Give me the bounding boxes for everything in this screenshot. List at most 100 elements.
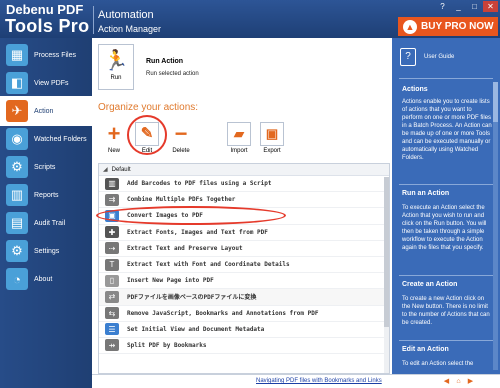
list-item-label: Insert New Page into PDF — [127, 277, 214, 285]
user-guide-header[interactable]: ? User Guide — [392, 38, 500, 78]
user-guide-panel: ? User Guide Actions Actions enable you t… — [392, 38, 500, 374]
previous-tip-icon[interactable]: ◀ — [442, 377, 451, 386]
text-layout-icon: ⇢ — [105, 242, 119, 255]
tip-link[interactable]: Navigating PDF files with Bookmarks and … — [256, 378, 382, 384]
list-scrollbar[interactable] — [384, 177, 389, 373]
list-item-label: Split PDF by Bookmarks — [127, 341, 207, 349]
text-font-icon: T — [105, 258, 119, 271]
new-button[interactable]: + New — [100, 121, 128, 155]
sidebar-item-watched-folders[interactable]: ◉ Watched Folders — [0, 124, 92, 154]
metadata-icon: ☰ — [105, 323, 119, 336]
watched-folders-icon: ◉ — [6, 128, 28, 150]
folder-icon: ▰ — [227, 122, 251, 146]
export-label: Export — [263, 148, 281, 154]
split-icon: ⇸ — [105, 339, 119, 352]
list-item[interactable]: ▥ Add Barcodes to PDF files using a Scrip… — [99, 176, 389, 193]
title-bar: Debenu PDF Tools Pro Automation Action M… — [0, 0, 500, 38]
sidebar-item-label: About — [34, 275, 53, 283]
home-icon[interactable]: ⌂ — [454, 377, 463, 386]
actions-list: ◢ Default ▥ Add Barcodes to PDF files usi… — [98, 163, 390, 374]
plus-icon: + — [107, 121, 121, 146]
import-button[interactable]: ▰ Import — [225, 122, 253, 154]
list-item[interactable]: ⇆ Remove JavaScript, Bookmarks and Annota… — [99, 306, 389, 322]
sidebar-item-process-files[interactable]: ▦ Process Files — [0, 40, 92, 70]
organize-heading: Organize your actions: — [98, 102, 199, 113]
buy-pro-button[interactable]: ▲ BUY PRO NOW — [398, 17, 498, 36]
export-button[interactable]: ▣ Export — [258, 122, 286, 154]
insert-page-icon: ▯ — [105, 274, 119, 287]
convert-image-pdf-icon: ⇄ — [105, 290, 119, 303]
floppy-disk-icon: ▣ — [260, 122, 284, 146]
list-item[interactable]: ☰ Set Initial View and Document Metadata — [99, 322, 389, 338]
sidebar-item-view-pdfs[interactable]: ◧ View PDFs — [0, 68, 92, 98]
sidebar-item-label: Scripts — [34, 163, 56, 171]
about-icon: ◔ — [6, 268, 28, 290]
close-button[interactable]: ✕ — [483, 1, 498, 12]
sidebar-item-label: Audit Trail — [34, 219, 66, 227]
help-button[interactable]: ? — [435, 1, 450, 12]
section-title: Automation — [98, 9, 154, 21]
action-runner-icon: ✈ — [6, 100, 28, 122]
title-divider — [93, 6, 94, 34]
run-button[interactable]: 🏃 Run — [98, 44, 134, 90]
sidebar-item-settings[interactable]: ⚙ Settings — [0, 236, 92, 266]
shopping-bag-icon: ▲ — [403, 19, 417, 34]
run-action-title: Run Action — [146, 58, 184, 65]
brand-name: Debenu PDF — [6, 2, 84, 17]
window-controls: ? _ □ ✕ — [435, 1, 498, 12]
guide-paragraph: Actions enable you to create lists of ac… — [402, 99, 492, 161]
list-item[interactable]: ⇄ PDFファイルを画像ベースのPDFファイルに変換 — [99, 289, 389, 306]
next-tip-icon[interactable]: ▶ — [466, 377, 475, 386]
sidebar-item-audit-trail[interactable]: ▤ Audit Trail — [0, 208, 92, 238]
list-item[interactable]: ✚ Extract Fonts, Images and Text from PDF — [99, 225, 389, 241]
guide-paragraph: To edit an Action select the — [402, 361, 474, 367]
guide-divider — [399, 184, 493, 185]
guide-scrollbar[interactable] — [493, 82, 498, 370]
audit-trail-icon: ▤ — [6, 212, 28, 234]
sidebar-item-action[interactable]: ✈ Action — [0, 96, 92, 126]
maximize-button[interactable]: □ — [467, 1, 482, 12]
minimize-button[interactable]: _ — [451, 1, 466, 12]
group-label: Default — [111, 166, 131, 173]
delete-button[interactable]: − Delete — [167, 121, 195, 155]
buy-pro-label: BUY PRO NOW — [421, 21, 494, 32]
list-item[interactable]: ▯ Insert New Page into PDF — [99, 273, 389, 290]
list-item-label: PDFファイルを画像ベースのPDFファイルに変換 — [127, 294, 257, 302]
status-bar: Navigating PDF files with Bookmarks and … — [92, 374, 500, 388]
guide-divider — [399, 78, 493, 79]
edit-highlight-annotation — [127, 115, 167, 155]
guide-heading: Run an Action — [402, 190, 450, 197]
list-item-label: Set Initial View and Document Metadata — [127, 325, 265, 333]
sidebar-item-reports[interactable]: ▥ Reports — [0, 180, 92, 210]
list-item[interactable]: ⇢ Extract Text and Preserve Layout — [99, 241, 389, 257]
sidebar-item-scripts[interactable]: ⚙ Scripts — [0, 152, 92, 182]
combine-icon: ⇉ — [105, 193, 119, 206]
sidebar-item-label: Reports — [34, 191, 59, 199]
sidebar: ▦ Process Files ◧ View PDFs ✈ Action ◉ Watched … — [0, 38, 92, 388]
list-item[interactable]: T Extract Text with Font and Coordinate D… — [99, 257, 389, 274]
list-item-label: Remove JavaScript, Bookmarks and Annotat… — [127, 309, 319, 317]
sidebar-item-label: Process Files — [34, 51, 77, 59]
sidebar-item-label: Settings — [34, 247, 60, 255]
list-item[interactable]: ⇉ Combine Multiple PDFs Together — [99, 192, 389, 209]
guide-divider — [399, 340, 493, 341]
list-scrollbar-thumb[interactable] — [384, 177, 389, 327]
run-figure-icon: 🏃 — [103, 50, 129, 72]
list-item[interactable]: ⇸ Split PDF by Bookmarks — [99, 338, 389, 355]
run-button-label: Run — [110, 75, 122, 81]
main-panel: 🏃 Run Run Action Run selected action Org… — [92, 38, 392, 374]
remove-icon: ⇆ — [105, 307, 119, 320]
group-header-default[interactable]: ◢ Default — [99, 164, 389, 176]
sidebar-item-label: Action — [34, 107, 54, 115]
sidebar-item-about[interactable]: ◔ About — [0, 264, 92, 294]
view-pdfs-icon: ◧ — [6, 72, 28, 94]
barcode-icon: ▥ — [105, 177, 119, 190]
collapse-triangle-icon[interactable]: ◢ — [103, 166, 108, 173]
list-item-label: Add Barcodes to PDF files using a Script — [127, 180, 272, 188]
guide-heading: Create an Action — [402, 281, 458, 288]
row-highlight-annotation — [96, 206, 286, 225]
guide-scrollbar-thumb[interactable] — [493, 82, 498, 122]
guide-heading: Actions — [402, 86, 428, 93]
minus-icon: − — [174, 121, 188, 146]
import-label: Import — [230, 148, 248, 154]
